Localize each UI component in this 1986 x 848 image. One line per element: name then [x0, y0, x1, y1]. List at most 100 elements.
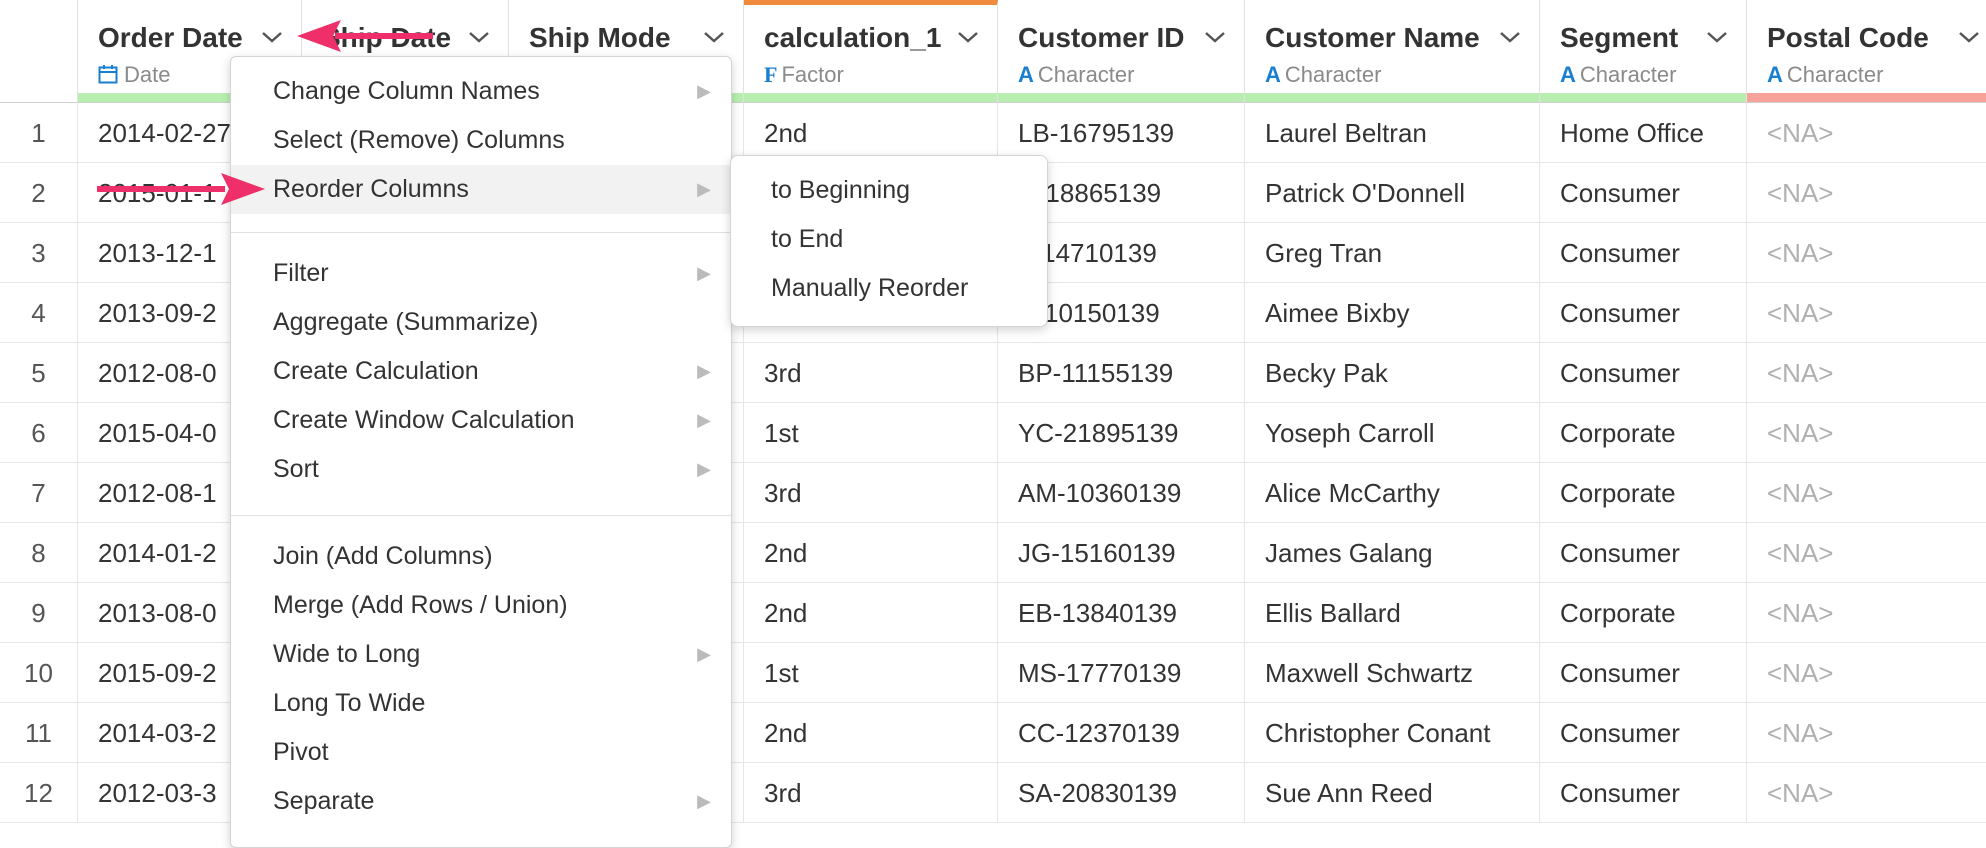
cell-calculation-1[interactable]: 2nd — [744, 583, 998, 643]
menu-item-long-to-wide[interactable]: Long To Wide — [231, 679, 731, 728]
cell-segment[interactable]: Consumer — [1540, 343, 1747, 403]
menu-item-separate[interactable]: Separate ▶ — [231, 777, 731, 826]
submenu-item-manually-reorder[interactable]: Manually Reorder — [771, 274, 968, 303]
cell-postal-code[interactable]: <NA> — [1747, 763, 1986, 823]
cell-segment[interactable]: Consumer — [1540, 283, 1747, 343]
cell-postal-code[interactable]: <NA> — [1747, 583, 1986, 643]
cell-customer-id[interactable]: JG-15160139 — [998, 523, 1245, 583]
menu-item-join-add-columns[interactable]: Join (Add Columns) — [231, 532, 731, 581]
cell-customer-id[interactable]: MS-17770139 — [998, 643, 1245, 703]
submenu-item-to-beginning[interactable]: to Beginning — [771, 176, 910, 205]
cell-postal-code[interactable]: <NA> — [1747, 523, 1986, 583]
menu-item-select-remove-columns[interactable]: Select (Remove) Columns — [231, 116, 731, 165]
chevron-down-icon[interactable] — [1202, 28, 1228, 46]
cell-customer-name[interactable]: Ellis Ballard — [1245, 583, 1540, 643]
cell-calculation-1[interactable]: 3rd — [744, 343, 998, 403]
menu-item-change-column-names[interactable]: Change Column Names ▶ — [231, 67, 731, 116]
menu-item-aggregate-summarize[interactable]: Aggregate (Summarize) — [231, 298, 731, 347]
chevron-down-icon[interactable] — [259, 28, 285, 46]
menu-item-sort[interactable]: Sort ▶ — [231, 445, 731, 494]
row-number[interactable]: 4 — [0, 283, 78, 343]
submenu-item-to-end[interactable]: to End — [771, 225, 843, 254]
cell-calculation-1[interactable]: 2nd — [744, 703, 998, 763]
menu-item-label: Join (Add Columns) — [273, 542, 493, 570]
cell-customer-name[interactable]: Alice McCarthy — [1245, 463, 1540, 523]
row-number[interactable]: 12 — [0, 763, 78, 823]
cell-postal-code[interactable]: <NA> — [1747, 703, 1986, 763]
column-header-customer-id[interactable]: Customer ID A Character — [998, 0, 1245, 103]
cell-customer-name[interactable]: Christopher Conant — [1245, 703, 1540, 763]
chevron-down-icon[interactable] — [1956, 28, 1982, 46]
cell-postal-code[interactable]: <NA> — [1747, 403, 1986, 463]
cell-calculation-1[interactable]: 2nd — [744, 103, 998, 163]
column-header-postal-code[interactable]: Postal Code A Character — [1747, 0, 1986, 103]
menu-item-create-calculation[interactable]: Create Calculation ▶ — [231, 347, 731, 396]
cell-customer-id[interactable]: AM-10360139 — [998, 463, 1245, 523]
menu-item-label: Select (Remove) Columns — [273, 126, 565, 154]
cell-postal-code[interactable]: <NA> — [1747, 163, 1986, 223]
chevron-down-icon[interactable] — [466, 28, 492, 46]
cell-segment[interactable]: Consumer — [1540, 163, 1747, 223]
cell-customer-name[interactable]: Greg Tran — [1245, 223, 1540, 283]
chevron-down-icon[interactable] — [1497, 28, 1523, 46]
cell-calculation-1[interactable]: 3rd — [744, 763, 998, 823]
cell-segment[interactable]: Consumer — [1540, 703, 1747, 763]
submenu-arrow-icon: ▶ — [697, 361, 711, 381]
row-number[interactable]: 11 — [0, 703, 78, 763]
row-number[interactable]: 1 — [0, 103, 78, 163]
row-number[interactable]: 2 — [0, 163, 78, 223]
row-number[interactable]: 10 — [0, 643, 78, 703]
cell-segment[interactable]: Consumer — [1540, 643, 1747, 703]
cell-postal-code[interactable]: <NA> — [1747, 343, 1986, 403]
cell-segment[interactable]: Corporate — [1540, 463, 1747, 523]
row-number[interactable]: 9 — [0, 583, 78, 643]
menu-item-filter[interactable]: Filter ▶ — [231, 249, 731, 298]
row-number[interactable]: 6 — [0, 403, 78, 463]
chevron-down-icon[interactable] — [955, 28, 981, 46]
cell-calculation-1[interactable]: 1st — [744, 403, 998, 463]
cell-calculation-1[interactable]: 2nd — [744, 523, 998, 583]
menu-item-merge-add-rows-union[interactable]: Merge (Add Rows / Union) — [231, 581, 731, 630]
cell-postal-code[interactable]: <NA> — [1747, 103, 1986, 163]
submenu-arrow-icon: ▶ — [697, 263, 711, 283]
cell-customer-name[interactable]: James Galang — [1245, 523, 1540, 583]
cell-customer-name[interactable]: Becky Pak — [1245, 343, 1540, 403]
cell-customer-id[interactable]: LB-16795139 — [998, 103, 1245, 163]
column-header-calculation-1[interactable]: calculation_1 F Factor — [744, 0, 998, 103]
row-number[interactable]: 7 — [0, 463, 78, 523]
cell-postal-code[interactable]: <NA> — [1747, 223, 1986, 283]
cell-customer-id[interactable]: BP-11155139 — [998, 343, 1245, 403]
chevron-down-icon[interactable] — [1704, 28, 1730, 46]
cell-customer-id[interactable]: SA-20830139 — [998, 763, 1245, 823]
column-header-customer-name[interactable]: Customer Name A Character — [1245, 0, 1540, 103]
cell-postal-code[interactable]: <NA> — [1747, 643, 1986, 703]
cell-segment[interactable]: Consumer — [1540, 763, 1747, 823]
menu-item-wide-to-long[interactable]: Wide to Long ▶ — [231, 630, 731, 679]
cell-customer-name[interactable]: Sue Ann Reed — [1245, 763, 1540, 823]
row-number[interactable]: 8 — [0, 523, 78, 583]
cell-segment[interactable]: Consumer — [1540, 223, 1747, 283]
column-header-segment[interactable]: Segment A Character — [1540, 0, 1747, 103]
cell-customer-name[interactable]: Aimee Bixby — [1245, 283, 1540, 343]
row-number[interactable]: 5 — [0, 343, 78, 403]
row-number[interactable]: 3 — [0, 223, 78, 283]
menu-item-pivot[interactable]: Pivot — [231, 728, 731, 777]
cell-customer-name[interactable]: Maxwell Schwartz — [1245, 643, 1540, 703]
cell-segment[interactable]: Consumer — [1540, 523, 1747, 583]
cell-segment[interactable]: Corporate — [1540, 403, 1747, 463]
cell-customer-id[interactable]: YC-21895139 — [998, 403, 1245, 463]
cell-customer-name[interactable]: Laurel Beltran — [1245, 103, 1540, 163]
chevron-down-icon[interactable] — [701, 28, 727, 46]
cell-customer-name[interactable]: Patrick O'Donnell — [1245, 163, 1540, 223]
cell-segment[interactable]: Corporate — [1540, 583, 1747, 643]
cell-calculation-1[interactable]: 1st — [744, 643, 998, 703]
cell-customer-name[interactable]: Yoseph Carroll — [1245, 403, 1540, 463]
cell-postal-code[interactable]: <NA> — [1747, 283, 1986, 343]
cell-calculation-1[interactable]: 3rd — [744, 463, 998, 523]
cell-segment[interactable]: Home Office — [1540, 103, 1747, 163]
menu-item-create-window-calculation[interactable]: Create Window Calculation ▶ — [231, 396, 731, 445]
cell-customer-id[interactable]: EB-13840139 — [998, 583, 1245, 643]
menu-item-reorder-columns[interactable]: Reorder Columns ▶ — [231, 165, 731, 214]
cell-postal-code[interactable]: <NA> — [1747, 463, 1986, 523]
cell-customer-id[interactable]: CC-12370139 — [998, 703, 1245, 763]
